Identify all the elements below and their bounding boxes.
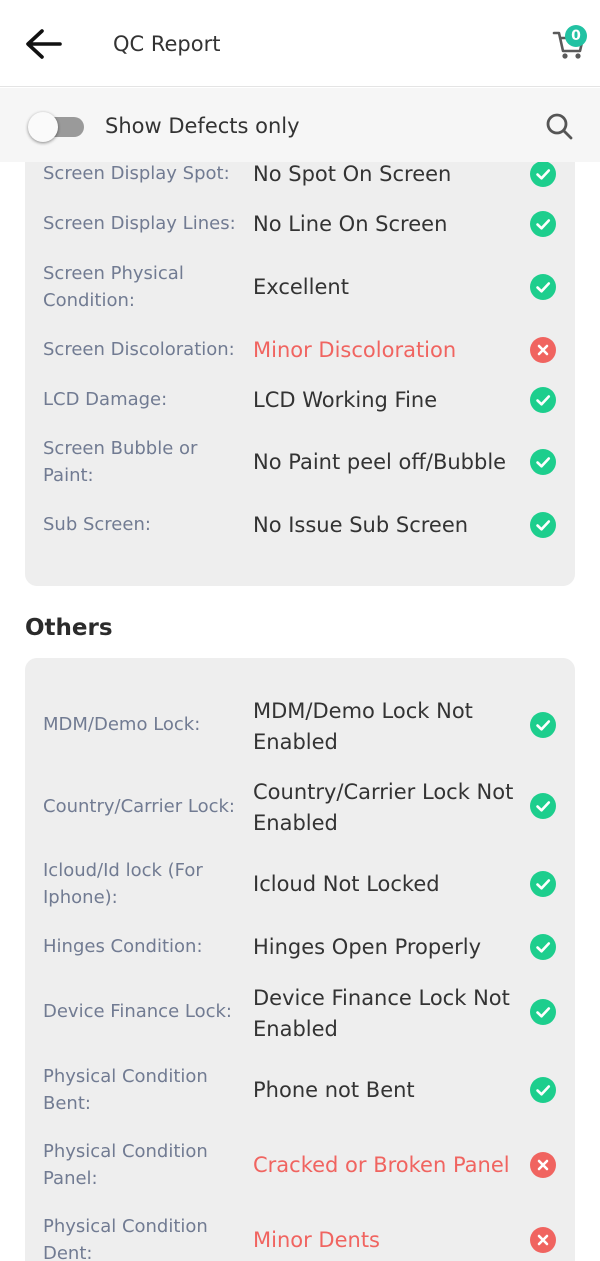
x-circle-icon [530,337,556,363]
row-value: Icloud Not Locked [253,872,440,896]
check-icon [530,512,556,538]
report-row: Physical Condition Dent: Minor Dents [25,1213,575,1261]
report-row: MDM/Demo Lock: MDM/Demo Lock Not Enabled [25,696,575,758]
check-icon [530,1077,556,1103]
report-row: Screen Display Spot: No Spot On Screen [25,160,575,200]
show-defects-label: Show Defects only [105,114,300,138]
back-button[interactable] [20,24,66,64]
row-label: Physical Condition Bent: [43,1066,208,1114]
show-defects-toggle[interactable] [28,111,84,142]
row-label: Screen Display Lines: [43,213,236,234]
section-title-others: Others [25,615,113,641]
section-card-screen: Screen Display Spot: No Spot On Screen S… [25,110,575,586]
app-header: QC Report 0 [0,0,600,87]
search-icon [546,113,573,140]
check-icon [530,387,556,413]
filter-bar: Show Defects only [0,88,600,162]
arrow-left-icon [26,29,62,59]
check-icon [530,211,556,237]
row-value: No Issue Sub Screen [253,513,469,537]
check-icon [530,793,556,819]
row-value: Cracked or Broken Panel [253,1153,510,1177]
row-label: Device Finance Lock: [43,1001,232,1022]
report-row: Screen Display Lines: No Line On Screen [25,210,575,250]
check-icon [530,161,556,187]
report-row: Icloud/Id lock (For Iphone): Icloud Not … [25,857,575,913]
report-row: Physical Condition Panel: Cracked or Bro… [25,1138,575,1194]
section-card-others: MDM/Demo Lock: MDM/Demo Lock Not Enabled… [25,658,575,1261]
row-value: Phone not Bent [253,1078,415,1102]
row-value: LCD Working Fine [253,388,438,412]
report-row: Sub Screen: No Issue Sub Screen [25,511,575,551]
row-value: MDM/Demo Lock Not Enabled [253,699,473,754]
check-icon [530,934,556,960]
row-label: Screen Bubble or Paint: [43,438,198,486]
check-icon [530,871,556,897]
row-value: No Line On Screen [253,212,448,236]
page-title: QC Report [113,32,221,56]
toggle-knob [28,112,58,142]
check-icon [530,449,556,475]
row-value: No Spot On Screen [253,162,452,186]
report-row: Screen Discoloration: Minor Discoloratio… [25,336,575,376]
report-row: Device Finance Lock: Device Finance Lock… [25,983,575,1045]
row-value: Device Finance Lock Not Enabled [253,986,510,1041]
x-circle-icon [530,1227,556,1253]
cart-count-badge: 0 [565,25,587,47]
report-row: Screen Physical Condition: Excellent [25,260,575,316]
check-icon [530,712,556,738]
check-icon [530,274,556,300]
row-label: Physical Condition Panel: [43,1141,208,1189]
row-label: MDM/Demo Lock: [43,714,201,735]
row-value: Minor Dents [253,1228,380,1252]
report-row: Screen Bubble or Paint: No Paint peel of… [25,435,575,491]
row-value: Country/Carrier Lock Not Enabled [253,780,514,835]
row-label: Screen Display Spot: [43,163,230,184]
row-value: Excellent [253,275,349,299]
row-value: Minor Discoloration [253,338,457,362]
report-row: Hinges Condition: Hinges Open Properly [25,933,575,973]
row-label: Icloud/Id lock (For Iphone): [43,860,203,908]
report-row: Physical Condition Bent: Phone not Bent [25,1063,575,1119]
report-row: Country/Carrier Lock: Country/Carrier Lo… [25,777,575,839]
x-circle-icon [530,1152,556,1178]
search-button[interactable] [543,110,577,144]
check-icon [530,999,556,1025]
row-label: Screen Physical Condition: [43,263,184,311]
row-label: Sub Screen: [43,514,151,535]
row-label: LCD Damage: [43,389,168,410]
row-value: No Paint peel off/Bubble [253,450,507,474]
row-label: Hinges Condition: [43,936,203,957]
row-label: Screen Discoloration: [43,339,235,360]
report-row: LCD Damage: LCD Working Fine [25,386,575,426]
row-label: Country/Carrier Lock: [43,796,235,817]
row-label: Physical Condition Dent: [43,1216,208,1261]
row-value: Hinges Open Properly [253,935,482,959]
